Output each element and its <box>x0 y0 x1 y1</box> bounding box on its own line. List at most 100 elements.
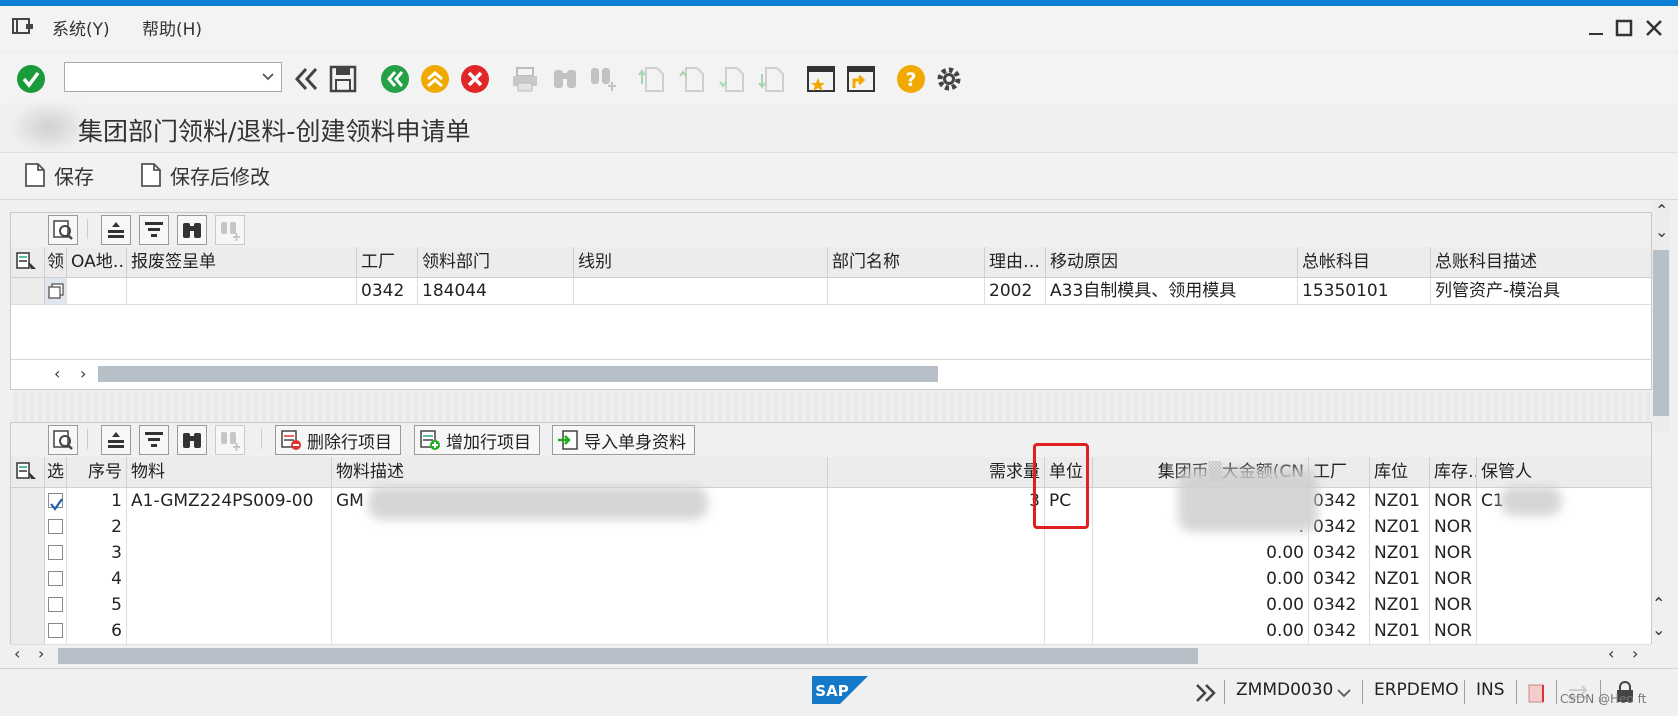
row-selector[interactable] <box>11 566 45 592</box>
keeper-cell[interactable] <box>1477 514 1651 540</box>
menu-icon[interactable] <box>12 16 34 36</box>
item-scroll-right-icon[interactable]: › <box>38 644 44 663</box>
column-header[interactable]: OA地… <box>67 247 127 277</box>
create-session-icon[interactable] <box>806 64 836 94</box>
main-vertical-scrollbar-thumb[interactable] <box>1653 250 1669 416</box>
column-header[interactable]: 保管人 <box>1477 457 1651 487</box>
column-header[interactable]: 工厂 <box>357 247 418 277</box>
column-header[interactable]: 领 <box>45 247 67 277</box>
stock-type-cell[interactable]: NOR <box>1430 566 1477 592</box>
main-scroll-down-icon[interactable]: ⌄ <box>1655 222 1668 241</box>
scrap-form-cell[interactable] <box>127 278 357 304</box>
select-checkbox[interactable] <box>48 597 63 612</box>
unit-cell[interactable] <box>1045 618 1093 644</box>
scroll-right-icon[interactable]: › <box>80 364 86 383</box>
amount-cell[interactable]: 0.00 <box>1093 540 1309 566</box>
filter-button[interactable] <box>139 215 169 245</box>
plant-cell[interactable]: 0342 <box>1309 618 1370 644</box>
row-selector[interactable] <box>11 488 45 514</box>
quantity-cell[interactable] <box>828 592 1045 618</box>
select-checkbox[interactable] <box>48 493 63 511</box>
select-checkbox[interactable] <box>48 623 63 638</box>
department-cell[interactable]: 184044 <box>418 278 574 304</box>
chevron-down-icon[interactable] <box>261 71 275 83</box>
close-icon[interactable] <box>1644 18 1664 38</box>
column-header[interactable]: 领料部门 <box>418 247 574 277</box>
material-cell[interactable] <box>127 514 332 540</box>
select-checkbox[interactable] <box>48 545 63 560</box>
column-header[interactable]: 物料 <box>127 457 332 487</box>
material-cell[interactable] <box>127 618 332 644</box>
header-grid-scrollbar-thumb[interactable] <box>98 366 938 382</box>
column-header[interactable]: 序号 <box>67 457 127 487</box>
save-button[interactable]: 保存 <box>24 160 94 190</box>
item-scroll-down-icon[interactable]: ⌄ <box>1652 620 1665 639</box>
table-row[interactable]: 6 0.00 0342 NZ01 NOR <box>11 618 1651 645</box>
sort-ascending-button[interactable] <box>101 215 131 245</box>
amount-cell[interactable]: 0.00 <box>1093 566 1309 592</box>
table-row[interactable]: 0342 184044 2002 A33自制模具、领用模具 15350101 列… <box>11 278 1651 305</box>
gl-account-cell[interactable]: 15350101 <box>1298 278 1431 304</box>
column-header[interactable]: 报废签呈单 <box>127 247 357 277</box>
import-items-button[interactable]: 导入单身资料 <box>552 425 695 455</box>
storage-location-cell[interactable]: NZ01 <box>1370 566 1430 592</box>
unit-cell[interactable] <box>1045 566 1093 592</box>
row-selector[interactable] <box>11 514 45 540</box>
row-number-cell[interactable]: 3 <box>67 540 127 566</box>
transaction-code[interactable]: ZMMD0030 <box>1236 680 1333 700</box>
item-scroll-left-icon[interactable]: ‹ <box>14 644 20 663</box>
row-number-cell[interactable]: 4 <box>67 566 127 592</box>
splitter[interactable] <box>10 392 1652 422</box>
select-all-columns-button[interactable] <box>11 247 45 277</box>
gear-icon[interactable] <box>934 64 964 94</box>
input-mode[interactable]: INS <box>1476 680 1505 700</box>
column-header[interactable]: 工厂 <box>1309 457 1370 487</box>
storage-location-cell[interactable]: NZ01 <box>1370 514 1430 540</box>
column-header[interactable]: 库位 <box>1370 457 1430 487</box>
chevron-down-icon[interactable] <box>1336 686 1352 700</box>
item-grid-scrollbar-thumb[interactable] <box>58 648 1198 664</box>
quantity-cell[interactable] <box>828 566 1045 592</box>
shortcut-icon[interactable] <box>846 64 876 94</box>
select-checkbox[interactable] <box>48 571 63 586</box>
header-grid-horizontal-scrollbar[interactable] <box>98 366 938 382</box>
row-number-cell[interactable]: 5 <box>67 592 127 618</box>
exit-icon[interactable] <box>420 64 450 94</box>
table-row[interactable]: 3 0.00 0342 NZ01 NOR <box>11 540 1651 567</box>
scroll-left-icon[interactable]: ‹ <box>54 364 60 383</box>
material-description-cell[interactable] <box>332 566 828 592</box>
row-selector[interactable] <box>11 540 45 566</box>
double-chevron-right-icon[interactable] <box>1194 682 1218 704</box>
plant-cell[interactable]: 0342 <box>1309 540 1370 566</box>
keeper-cell[interactable] <box>1477 592 1651 618</box>
column-header[interactable]: 总帐科目 <box>1298 247 1431 277</box>
row-number-cell[interactable]: 6 <box>67 618 127 644</box>
material-cell[interactable] <box>127 592 332 618</box>
filter-button[interactable] <box>139 425 169 455</box>
column-header[interactable]: 移动原因 <box>1046 247 1298 277</box>
amount-cell[interactable]: 0.00 <box>1093 592 1309 618</box>
back-icon[interactable] <box>380 64 410 94</box>
material-cell[interactable]: A1-GMZ224PS009-00 <box>127 488 332 514</box>
details-button[interactable] <box>48 215 78 245</box>
material-description-cell[interactable] <box>332 592 828 618</box>
main-scroll-up-icon[interactable]: ⌃ <box>1655 201 1668 220</box>
material-description-cell[interactable] <box>332 540 828 566</box>
stock-type-cell[interactable]: NOR <box>1430 514 1477 540</box>
storage-location-cell[interactable]: NZ01 <box>1370 618 1430 644</box>
plant-cell[interactable]: 0342 <box>1309 514 1370 540</box>
plant-cell[interactable]: 0342 <box>1309 566 1370 592</box>
storage-location-cell[interactable]: NZ01 <box>1370 592 1430 618</box>
find-button[interactable] <box>177 425 207 455</box>
plant-cell[interactable]: 0342 <box>357 278 418 304</box>
row-detail-button[interactable] <box>45 278 67 304</box>
reason-cell[interactable]: 2002 <box>985 278 1046 304</box>
table-row[interactable]: 1 A1-GMZ224PS009-00 GM 3 PC 0342 NZ01 NOR C1 <box>11 488 1651 515</box>
row-selector[interactable] <box>11 592 45 618</box>
save-then-edit-button[interactable]: 保存后修改 <box>140 160 270 190</box>
quantity-cell[interactable]: 3 <box>828 488 1045 514</box>
menu-system[interactable]: 系统(Y) <box>52 15 110 40</box>
minimize-icon[interactable] <box>1586 18 1606 38</box>
keeper-cell[interactable] <box>1477 566 1651 592</box>
item-scroll-up-icon[interactable]: ⌃ <box>1652 594 1665 613</box>
